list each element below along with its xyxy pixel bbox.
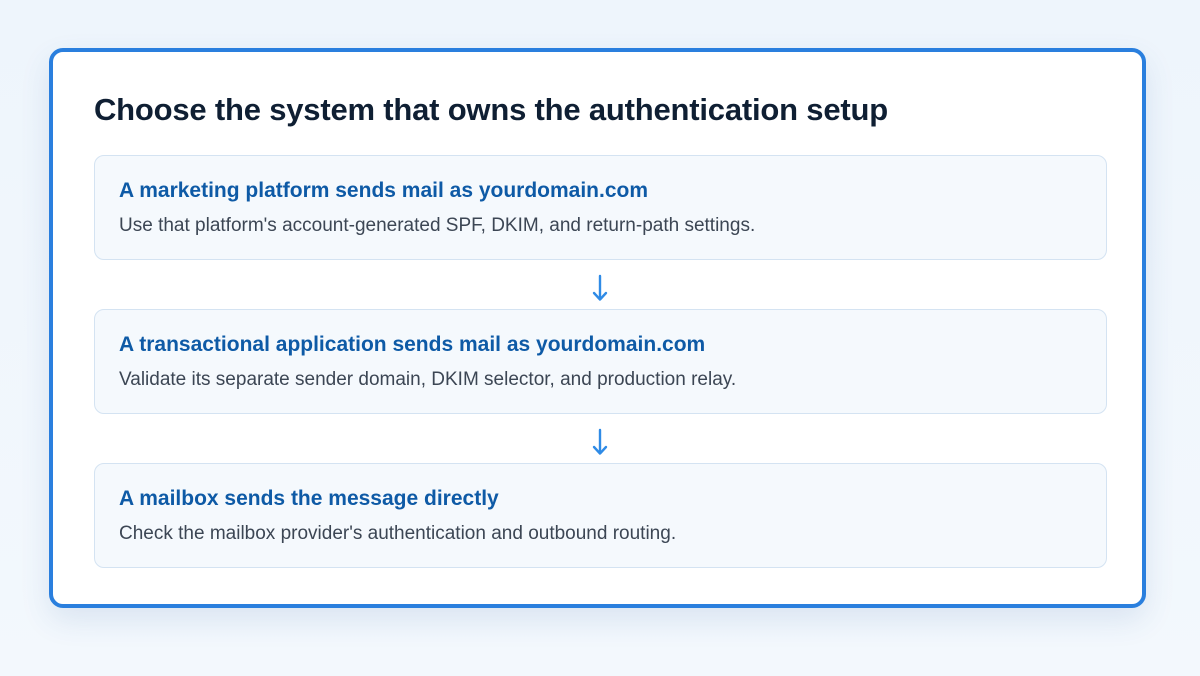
step-title: A marketing platform sends mail as yourd… <box>119 179 649 202</box>
flow-card: Choose the system that owns the authenti… <box>49 48 1146 608</box>
step-description: Use that platform's account-generated SP… <box>119 215 756 236</box>
step-title: A mailbox sends the message directly <box>119 487 499 510</box>
arrow-down-icon <box>592 274 608 301</box>
step-transactional-application: A transactional application sends mail a… <box>94 309 1107 414</box>
arrow-down-icon <box>592 428 608 455</box>
page-title: Choose the system that owns the authenti… <box>94 92 888 127</box>
step-description: Validate its separate sender domain, DKI… <box>119 369 737 390</box>
step-mailbox: A mailbox sends the message directly Che… <box>94 463 1107 568</box>
step-title: A transactional application sends mail a… <box>119 333 706 356</box>
step-description: Check the mailbox provider's authenticat… <box>119 523 677 544</box>
step-marketing-platform: A marketing platform sends mail as yourd… <box>94 155 1107 260</box>
